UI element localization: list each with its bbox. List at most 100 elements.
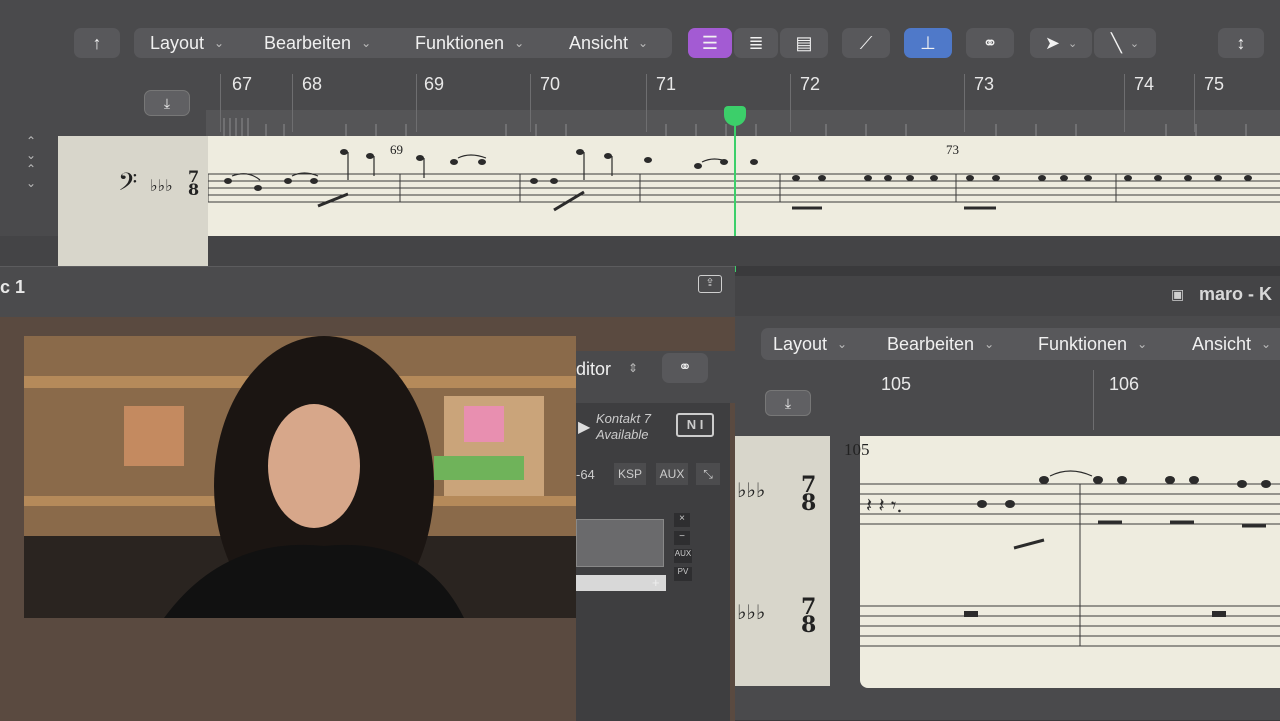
link-button[interactable]: ⚭ [662, 353, 708, 383]
instrument-slot[interactable] [576, 519, 664, 567]
minus-icon[interactable]: − [674, 531, 690, 545]
updown-chevron-icon[interactable]: ⇕ [628, 361, 638, 375]
catch-button[interactable]: ⊥ [904, 28, 952, 58]
chevron-down-icon: ⌄ [1067, 37, 1078, 50]
editor-label: ditor [576, 359, 612, 379]
bar-ruler[interactable]: 67 68 69 70 71 72 73 74 75 ⤓ [0, 70, 1280, 136]
bar-tick [292, 74, 293, 132]
menu-ansicht[interactable]: Ansicht ⌄ [1192, 328, 1271, 360]
score-strip[interactable]: 69 73 [207, 136, 1280, 236]
value-readout: -64 [576, 467, 595, 482]
menu-layout[interactable]: Layout ⌄ [773, 328, 847, 360]
collapse-button[interactable]: ⤡ [696, 463, 720, 485]
vertical-zoom-button[interactable]: ↕ [1218, 28, 1264, 58]
bar-tick [1194, 74, 1195, 132]
catch-icon: ⊥ [920, 32, 936, 53]
chevron-down-icon: ⌄ [1137, 337, 1148, 351]
up-arrow-button[interactable]: ↑ [74, 28, 120, 58]
side-aux-button[interactable]: AUX [674, 549, 692, 563]
document-icon: ▣ [1171, 286, 1185, 302]
bar-number: 67 [232, 74, 253, 94]
key-signature-flats-icon: ♭♭♭ [150, 176, 173, 195]
collapse-arrows-icon: ⤡ [703, 467, 713, 481]
menu-layout-label: Layout [150, 32, 205, 53]
chevron-down-icon: ⌄ [638, 36, 649, 50]
up-arrow-icon: ↑ [92, 32, 102, 53]
linear-view-icon: ☰ [701, 32, 719, 53]
menu-funktionen[interactable]: Funktionen ⌄ [1038, 328, 1147, 360]
kontakt-status: Available [596, 427, 649, 442]
bass-clef-icon: 𝄢 [118, 168, 138, 203]
bar-tick [530, 74, 531, 132]
bar-number: 71 [656, 74, 677, 94]
pencil-tool-button[interactable]: ╲ ⌄ [1094, 28, 1156, 58]
expand-window-button[interactable]: ⇪ [698, 275, 722, 293]
svg-text:𝄽 𝄽 𝄾.: 𝄽 𝄽 𝄾. [866, 493, 903, 517]
menu-ansicht[interactable]: Ansicht ⌄ [569, 28, 648, 58]
ksp-button[interactable]: KSP [614, 463, 646, 485]
page-view-button[interactable]: ▤ [780, 28, 828, 58]
time-signature: 78 [801, 474, 816, 514]
bar-tick [1093, 370, 1094, 430]
page-view-icon: ▤ [795, 32, 813, 53]
link-button[interactable]: ⚭ [966, 28, 1014, 58]
catch-content-button[interactable]: ⤓ [765, 390, 811, 416]
linear-view-button[interactable]: ☰ [688, 28, 732, 58]
menu-ansicht-label: Ansicht [1192, 333, 1252, 354]
bar-ruler[interactable]: 105 106 [865, 370, 1280, 436]
chevron-down-icon: ⌄ [214, 36, 225, 50]
score-page[interactable]: 105 𝄽 𝄽 𝄾. [844, 436, 1280, 688]
window-title: c 1 [0, 277, 26, 297]
track-header-lower [58, 236, 208, 266]
score-staves: 𝄽 𝄽 𝄾. [860, 470, 1280, 647]
time-signature: 78 [188, 167, 200, 199]
kontakt-panel: ▶ Kontakt 7 Available N I -64 KSP AUX ⤡ … [576, 403, 730, 721]
video-overlay [24, 336, 576, 618]
bar-number: 72 [800, 74, 821, 94]
menu-bearbeiten[interactable]: Bearbeiten ⌄ [264, 28, 371, 58]
menu-layout[interactable]: Layout ⌄ [150, 28, 224, 58]
wrapped-view-button[interactable]: ≣ [734, 28, 778, 58]
side-pv-button[interactable]: PV [674, 567, 692, 581]
time-sig-bottom: 8 [801, 490, 817, 516]
menu-layout-label: Layout [773, 333, 828, 354]
bar-number: 70 [540, 74, 561, 94]
plus-icon[interactable]: + [652, 575, 660, 590]
bar-tick [646, 74, 647, 132]
link-icon: ⚭ [982, 32, 998, 53]
vertical-expand-icon: ↕ [1236, 32, 1246, 53]
menu-ansicht-label: Ansicht [569, 32, 629, 53]
triangle-right-icon[interactable]: ▶ [578, 417, 590, 437]
bar-number: 74 [1134, 74, 1155, 94]
updown-chevron-icon[interactable]: ⌃ ⌄ [26, 162, 36, 190]
aux-button[interactable]: AUX [656, 463, 688, 485]
automation-button[interactable]: ⟋ [842, 28, 890, 58]
menu-funktionen[interactable]: Funktionen ⌄ [415, 28, 524, 58]
measure-number: 69 [390, 142, 403, 157]
download-tray-icon: ⤓ [784, 395, 792, 411]
catch-content-button[interactable]: ⤓ [144, 90, 190, 116]
close-icon[interactable]: × [674, 513, 690, 527]
chevron-down-icon: ⌄ [514, 36, 525, 50]
window-title: maro - K [1199, 284, 1273, 304]
chevron-down-icon: ⌄ [837, 337, 848, 351]
score-staff [207, 149, 1280, 212]
kontakt-name: Kontakt 7 [596, 411, 651, 426]
main-toolbar: ↑ Layout ⌄ Bearbeiten ⌄ Funktionen ⌄ Ansich… [0, 0, 1280, 70]
chevron-down-icon: ⌄ [1261, 337, 1272, 351]
chevron-down-icon: ⌄ [1129, 37, 1140, 50]
chevron-down-icon: ⌄ [984, 337, 995, 351]
menu-funktionen-label: Funktionen [1038, 333, 1128, 354]
bar-tick [1124, 74, 1125, 132]
pointer-tool-button[interactable]: ➤ ⌄ [1030, 28, 1092, 58]
menu-bearbeiten[interactable]: Bearbeiten ⌄ [887, 328, 994, 360]
bar-tick [964, 74, 965, 132]
bar-number: 68 [302, 74, 323, 94]
download-tray-icon: ⤓ [163, 94, 171, 111]
ni-logo: N I [676, 413, 714, 437]
menu-bearbeiten-label: Bearbeiten [887, 333, 975, 354]
bar-number: 73 [974, 74, 995, 94]
upload-tray-icon: ⇪ [705, 277, 715, 289]
editor-bar: ditor ⇕ ⚭ [576, 351, 736, 403]
updown-chevron-icon[interactable]: ⌃ ⌄ [26, 134, 36, 162]
